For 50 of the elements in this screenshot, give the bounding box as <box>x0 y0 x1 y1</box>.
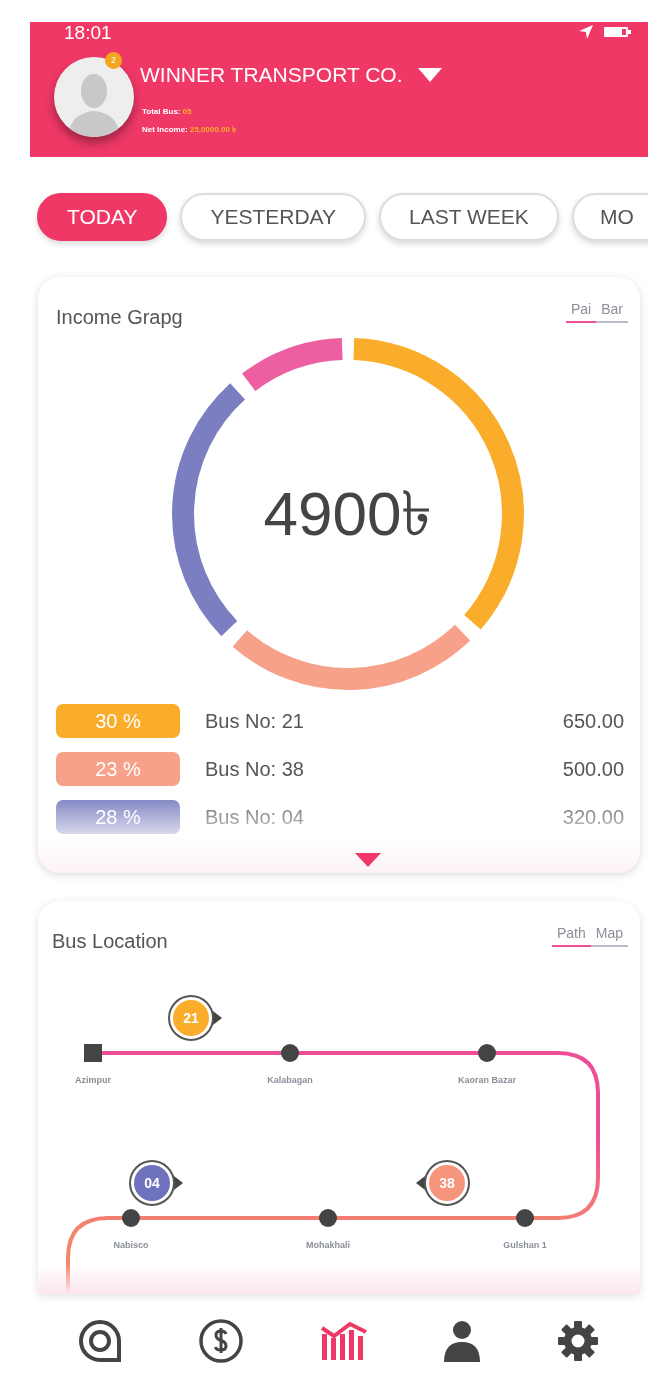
person-silhouette-icon <box>68 71 120 137</box>
card-title: Bus Location <box>52 929 168 954</box>
card-title: Income Grapg <box>56 305 183 330</box>
stop-dot <box>122 1209 140 1227</box>
period-tab[interactable]: LAST WEEK <box>379 193 559 241</box>
caret-icon <box>416 67 443 83</box>
total-bus-value: 05 <box>182 107 192 116</box>
total-income: 4900৳ <box>262 478 434 550</box>
stop-dot <box>319 1209 337 1227</box>
bus-number: Bus No: 04 <box>205 805 304 830</box>
percent-badge: 28 % <box>56 800 180 834</box>
bus-number: Bus No: 38 <box>205 757 304 782</box>
period-tab[interactable]: YESTERDAY <box>180 193 367 241</box>
income-amount: 500.00 <box>562 757 624 782</box>
net-income-label: Net Income: <box>142 125 188 134</box>
battery-icon <box>604 26 632 38</box>
percent-badge: 23 % <box>56 752 180 786</box>
settings-icon[interactable] <box>556 1318 600 1363</box>
period-tab[interactable]: TODAY <box>37 193 168 241</box>
stop-label: Kaoran Bazar <box>458 1075 516 1085</box>
route-start-icon <box>84 1044 102 1062</box>
view-toggle-tab[interactable]: Pai <box>565 299 597 323</box>
view-toggle-tab[interactable]: Path <box>551 923 591 947</box>
avatar[interactable] <box>54 57 134 137</box>
location-pin-icon[interactable] <box>78 1318 122 1363</box>
bus-number: Bus No: 21 <box>205 709 304 734</box>
stop-label: Gulshan 1 <box>503 1240 547 1250</box>
stop-label: Mohakhali <box>306 1240 350 1250</box>
stop-label: Kalabagan <box>267 1075 313 1085</box>
view-toggle-tab[interactable]: Bar <box>596 299 628 323</box>
dollar-icon[interactable] <box>198 1317 244 1364</box>
stop-dot <box>516 1209 534 1227</box>
notification-badge: 2 <box>105 52 122 69</box>
period-tab[interactable]: MO <box>571 193 648 241</box>
view-toggle-tab[interactable]: Map <box>590 923 628 947</box>
net-income-value: 25,0000.00 ৳ <box>189 125 237 134</box>
income-amount: 320.00 <box>562 805 624 830</box>
income-amount: 650.00 <box>562 709 624 734</box>
stop-label: Nabisco <box>113 1240 149 1250</box>
expand-arrow-icon[interactable] <box>355 853 381 867</box>
location-arrow-icon <box>578 24 594 40</box>
bar-chart-icon[interactable] <box>320 1319 368 1362</box>
percent-badge: 30 % <box>56 704 180 738</box>
company-selector[interactable]: WINNER TRANSPORT CO. <box>140 62 443 88</box>
person-icon[interactable] <box>444 1319 480 1362</box>
status-time: 18:01 <box>64 22 112 44</box>
stop-label: Azimpur <box>75 1075 111 1085</box>
stop-dot <box>281 1044 299 1062</box>
total-bus-label: Total Bus: <box>142 107 181 116</box>
stop-dot <box>478 1044 496 1062</box>
